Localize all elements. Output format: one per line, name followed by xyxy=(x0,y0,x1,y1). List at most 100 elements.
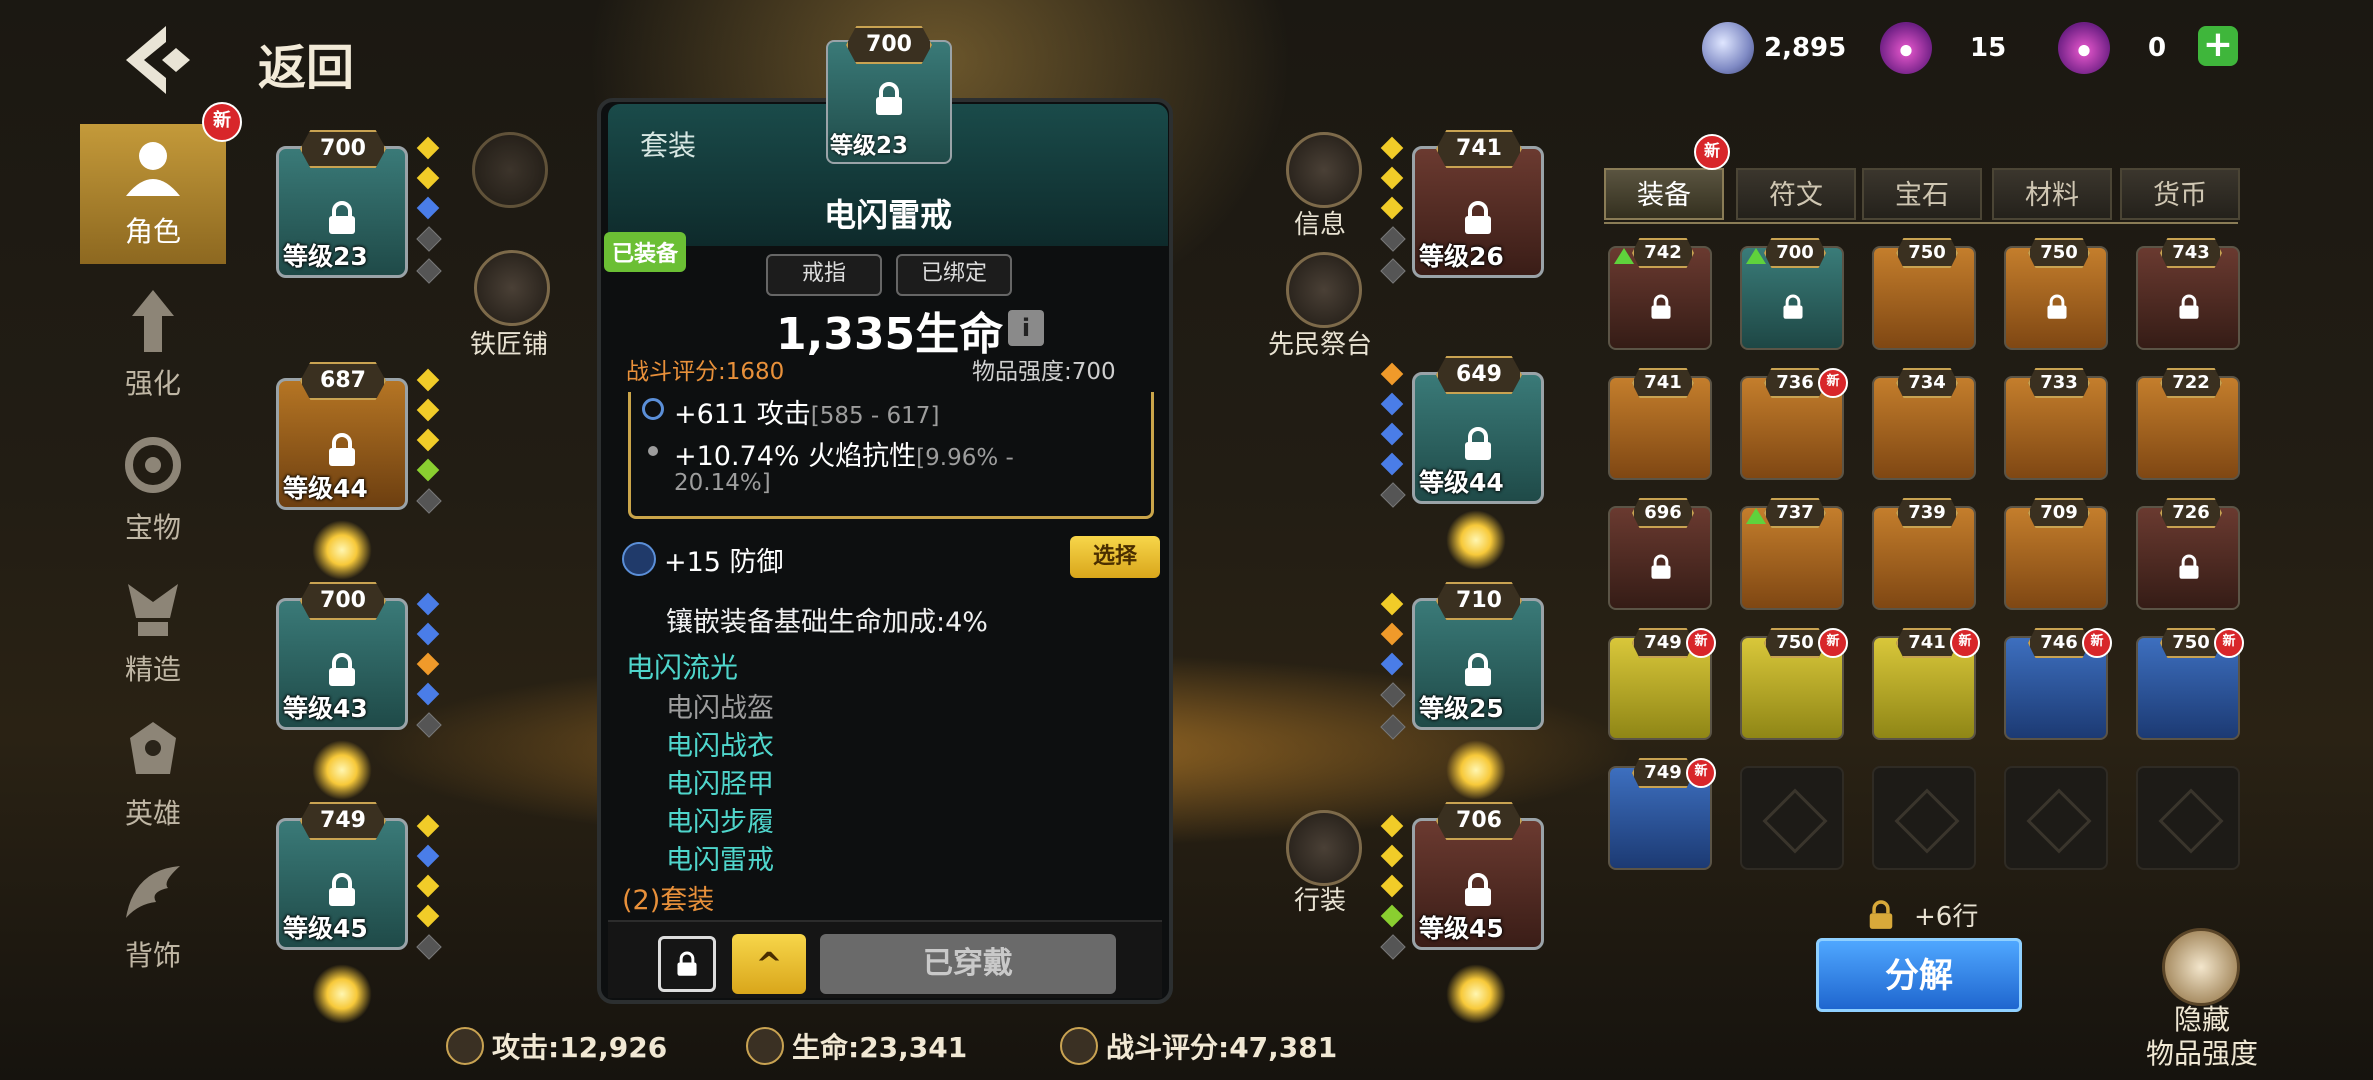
set-tab[interactable]: 套装 xyxy=(640,124,696,164)
inventory-item[interactable]: 750 新 xyxy=(2136,628,2244,740)
power-tag: 700 xyxy=(300,582,386,620)
nav-wings[interactable]: 背饰 xyxy=(80,848,226,988)
inventory-empty-slot[interactable] xyxy=(1872,766,1976,870)
inventory-item[interactable]: 726 xyxy=(2136,498,2240,610)
accessory-orb-icon[interactable] xyxy=(1446,740,1506,800)
item-bound-pill: 已绑定 xyxy=(896,254,1012,296)
currency-pearl-value: 15 xyxy=(1970,33,2007,63)
gem-icon xyxy=(416,428,440,452)
item-strength-label[interactable]: 物品强度 xyxy=(2146,1032,2258,1072)
add-currency-button[interactable]: + xyxy=(2198,26,2238,66)
set-item: 电闪雷戒 xyxy=(666,845,774,876)
slot-level: 等级44 xyxy=(283,474,368,503)
inventory-item[interactable]: 742 xyxy=(1608,238,1712,350)
inventory-item[interactable]: 733 xyxy=(2004,368,2108,480)
score-value: 战斗评分:47,381 xyxy=(1106,1031,1338,1064)
inventory-item[interactable]: 749 新 xyxy=(1608,758,1716,870)
inventory-item[interactable]: 749 新 xyxy=(1608,628,1716,740)
nav-label: 背饰 xyxy=(124,939,181,972)
tab-runes[interactable]: 符文 xyxy=(1736,168,1856,220)
luggage-icon[interactable] xyxy=(1286,810,1362,886)
currency-pearl-2-value: 0 xyxy=(2148,33,2167,63)
info-eye-icon[interactable] xyxy=(1286,132,1362,208)
accessory-orb-icon[interactable] xyxy=(1446,964,1506,1024)
inventory-item[interactable]: 722 xyxy=(2136,368,2240,480)
inventory-grid: 742 700 750 750 743 741 736 新 734 733 722 696 737 739… xyxy=(1608,238,2244,886)
inventory-item[interactable]: 743 xyxy=(2136,238,2240,350)
nav-label: 强化 xyxy=(124,367,181,400)
inventory-item[interactable]: 746 新 xyxy=(2004,628,2112,740)
inventory-item[interactable]: 736 新 xyxy=(1740,368,1848,480)
altar-label[interactable]: 先民祭台 xyxy=(1268,324,1372,361)
tab-currency[interactable]: 货币 xyxy=(2120,168,2240,220)
inventory-empty-slot[interactable] xyxy=(2136,766,2240,870)
luggage-label[interactable]: 行装 xyxy=(1294,880,1346,917)
lock-toggle-button[interactable] xyxy=(658,936,716,992)
info-icon[interactable]: i xyxy=(1008,310,1044,346)
lock-icon xyxy=(329,873,355,906)
decompose-button[interactable]: 分解 xyxy=(1816,938,2022,1012)
power-tag: 709 xyxy=(2028,498,2090,528)
inventory-item[interactable]: 737 xyxy=(1740,498,1844,610)
inventory-item[interactable]: 750 xyxy=(1872,238,1976,350)
gem-column xyxy=(416,814,442,960)
inventory-item[interactable]: 709 xyxy=(2004,498,2108,610)
gem-slot-icon xyxy=(416,226,442,252)
more-rows-label[interactable]: +6行 xyxy=(1914,896,1978,933)
power-tag: 722 xyxy=(2160,368,2222,398)
gem-icon xyxy=(416,398,440,422)
new-badge: 新 xyxy=(1818,368,1848,398)
anvil-icon[interactable] xyxy=(474,250,550,326)
nav-forge[interactable]: 精造 xyxy=(80,562,226,702)
inventory-item[interactable]: 750 xyxy=(2004,238,2108,350)
gem-icon xyxy=(416,904,440,928)
shield-icon xyxy=(1060,1027,1098,1065)
gem-icon xyxy=(416,844,440,868)
accessory-orb-icon[interactable] xyxy=(1446,510,1506,570)
inventory-item[interactable]: 700 xyxy=(1740,238,1844,350)
upgrade-arrow-icon xyxy=(1746,248,1766,264)
lock-icon xyxy=(1651,554,1671,579)
inventory-item[interactable]: 739 xyxy=(1872,498,1976,610)
gem-icon xyxy=(1380,362,1404,386)
back-label[interactable]: 返回 xyxy=(258,28,354,98)
nav-upgrade[interactable]: 强化 xyxy=(80,276,226,416)
choose-gem-button[interactable]: 选择 xyxy=(1070,536,1160,578)
tab-equipment[interactable]: 装备 xyxy=(1604,168,1724,220)
hide-strength-icon[interactable] xyxy=(2162,928,2240,1006)
pearl-shell-icon xyxy=(1880,22,1932,74)
accessory-orb-icon[interactable] xyxy=(312,520,372,580)
info-label[interactable]: 信息 xyxy=(1294,204,1346,241)
gem-icon xyxy=(416,166,440,190)
new-badge: 新 xyxy=(1686,628,1716,658)
accessory-orb-icon[interactable] xyxy=(312,964,372,1024)
nav-character[interactable]: 角色 xyxy=(80,124,226,264)
inventory-empty-slot[interactable] xyxy=(1740,766,1844,870)
tab-gems[interactable]: 宝石 xyxy=(1862,168,1982,220)
inventory-empty-slot[interactable] xyxy=(2004,766,2108,870)
equipped-button[interactable]: 已穿戴 xyxy=(820,934,1116,994)
empty-slot-icon xyxy=(2026,788,2092,854)
accessory-orb-icon[interactable] xyxy=(312,740,372,800)
lock-icon xyxy=(1465,653,1491,686)
nav-hero[interactable]: 英雄 xyxy=(80,706,226,846)
altar-icon[interactable] xyxy=(1286,252,1362,328)
blacksmith-label[interactable]: 铁匠铺 xyxy=(470,324,548,361)
tab-materials[interactable]: 材料 xyxy=(1992,168,2112,220)
inventory-item[interactable]: 734 xyxy=(1872,368,1976,480)
gem-slot-icon xyxy=(1380,682,1406,708)
inventory-item[interactable]: 696 xyxy=(1608,498,1712,610)
nav-treasure[interactable]: 宝物 xyxy=(80,420,226,560)
affix-fire-value: +10.74% 火焰抗性 xyxy=(674,441,917,472)
collapse-button[interactable]: ^ xyxy=(732,934,806,994)
inventory-item[interactable]: 750 新 xyxy=(1740,628,1848,740)
back-button[interactable] xyxy=(118,20,198,100)
gem-slot-icon xyxy=(416,488,442,514)
gem-column xyxy=(416,368,442,514)
heart-icon xyxy=(746,1027,784,1065)
gem-icon xyxy=(1380,166,1404,190)
gem-slot-icon xyxy=(1380,934,1406,960)
nav-new-badge: 新 xyxy=(202,102,242,142)
inventory-item[interactable]: 741 xyxy=(1608,368,1712,480)
inventory-item[interactable]: 741 新 xyxy=(1872,628,1980,740)
